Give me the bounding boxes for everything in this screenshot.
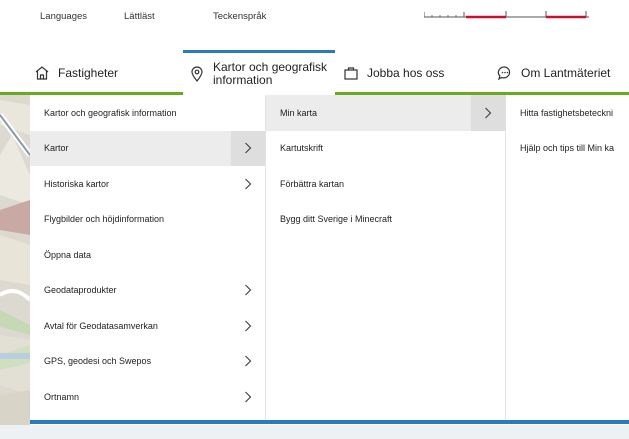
chevron-right-icon[interactable]: [231, 308, 265, 344]
chat-bubble-icon: [497, 65, 511, 80]
menu-item-avtal-geodatasamverkan[interactable]: Avtal för Geodatasamverkan: [30, 308, 265, 344]
nav-item-label: Om Lantmäteriet: [521, 65, 611, 80]
main-nav: Fastigheter Kartor och geografisk inform…: [0, 50, 629, 95]
mega-menu: Kartor och geografisk information Kartor…: [30, 95, 629, 423]
briefcase-icon: [344, 66, 358, 80]
location-pin-icon: [191, 66, 203, 82]
chevron-right-icon[interactable]: [231, 130, 265, 166]
nav-item-kartor[interactable]: Kartor och geografisk information: [183, 50, 335, 95]
menu-item-oppna-data[interactable]: Öppna data: [30, 237, 265, 273]
menu-item-kartor[interactable]: Kartor: [30, 130, 265, 166]
map-background: [0, 95, 30, 425]
chevron-right-icon[interactable]: [231, 273, 265, 309]
nav-item-om[interactable]: Om Lantmäteriet: [497, 50, 610, 95]
menu-item-hjalp-och-tips[interactable]: Hjälp och tips till Min ka: [506, 131, 629, 167]
menu-item-kartutskrift[interactable]: Kartutskrift: [266, 131, 505, 167]
menu-item-hitta-fastighetsbeteckning[interactable]: Hitta fastighetsbeteckni: [506, 95, 629, 131]
menu-column-1: Kartor och geografisk information Kartor…: [30, 95, 266, 420]
chevron-right-icon[interactable]: [471, 95, 505, 131]
menu-item-kartor-och-geografisk-information[interactable]: Kartor och geografisk information: [30, 95, 265, 131]
menu-item-bygg-minecraft[interactable]: Bygg ditt Sverige i Minecraft: [266, 202, 505, 238]
menu-column-2: Min karta Kartutskrift Förbättra kartan …: [266, 95, 506, 420]
sign-language-link[interactable]: Teckenspråk: [213, 11, 266, 22]
nav-item-fastigheter[interactable]: Fastigheter: [34, 50, 118, 95]
menu-column-3: Hitta fastighetsbeteckni Hjälp och tips …: [506, 95, 629, 420]
nav-item-jobba[interactable]: Jobba hos oss: [343, 50, 444, 95]
easy-read-link[interactable]: Lättläst: [124, 11, 155, 22]
menu-item-geodataprodukter[interactable]: Geodataprodukter: [30, 273, 265, 309]
languages-link[interactable]: Languages: [40, 11, 87, 22]
menu-item-ortnamn[interactable]: Ortnamn: [30, 379, 265, 415]
menu-item-min-karta[interactable]: Min karta: [266, 95, 505, 131]
chevron-right-icon[interactable]: [231, 166, 265, 202]
house-icon: [35, 65, 49, 80]
utility-bar: Languages Lättläst Teckenspråk: [0, 0, 629, 36]
chevron-right-icon[interactable]: [231, 379, 265, 415]
nav-item-label: Kartor och geografisk information: [213, 60, 328, 87]
chevron-right-icon[interactable]: [231, 344, 265, 380]
logo-icon[interactable]: [424, 8, 589, 22]
nav-item-label: Fastigheter: [58, 65, 119, 80]
menu-item-flygbilder[interactable]: Flygbilder och höjdinformation: [30, 202, 265, 238]
menu-item-forbattra-kartan[interactable]: Förbättra kartan: [266, 166, 505, 202]
menu-bottom-border: [30, 420, 629, 424]
nav-item-label: Jobba hos oss: [367, 65, 445, 80]
page-background: [0, 425, 629, 439]
menu-item-gps-geodesi-swepos[interactable]: GPS, geodesi och Swepos: [30, 344, 265, 380]
menu-item-historiska-kartor[interactable]: Historiska kartor: [30, 166, 265, 202]
